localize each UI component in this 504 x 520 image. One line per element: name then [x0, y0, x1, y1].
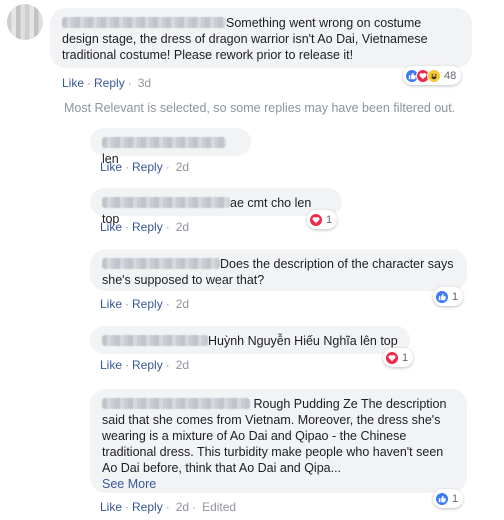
main-comment-reactions[interactable]: 48 — [403, 66, 462, 85]
reply-button[interactable]: Reply — [132, 160, 163, 174]
timestamp[interactable]: 2d — [176, 358, 189, 372]
reply-button[interactable]: Reply — [132, 500, 163, 514]
love-reaction-icon — [385, 350, 399, 365]
blurred-author-name — [102, 258, 220, 269]
reply-reaction-count: 1 — [452, 492, 459, 505]
edited-label[interactable]: Edited — [202, 500, 236, 514]
reply-reaction-count: 1 — [326, 213, 333, 226]
blurred-author-name — [62, 17, 226, 28]
main-comment-bubble: Something went wrong on costume design s… — [50, 8, 472, 68]
blurred-author-name — [102, 137, 226, 148]
avatar[interactable] — [7, 4, 43, 40]
timestamp[interactable]: 2d — [176, 160, 189, 174]
like-reaction-icon — [435, 491, 449, 506]
timestamp[interactable]: 2d — [176, 220, 189, 234]
reply-reactions[interactable]: 1 — [433, 489, 464, 508]
blurred-author-name — [102, 398, 250, 409]
reply-reactions[interactable]: 1 — [307, 210, 338, 229]
reply-text: Huỳnh Nguyễn Hiếu Nghĩa lên top — [208, 334, 398, 348]
blurred-author-name — [102, 197, 230, 208]
reply-reactions[interactable]: 1 — [383, 348, 414, 367]
reply-reaction-count: 1 — [452, 290, 459, 303]
reply-bubble: len — [90, 128, 251, 166]
reply-bubble: ae cmt cho len top — [90, 188, 342, 226]
reply-reaction-count: 1 — [402, 351, 409, 364]
reply-bubble: Huỳnh Nguyễn Hiếu Nghĩa lên top — [90, 326, 410, 354]
like-button[interactable]: Like — [100, 358, 122, 372]
timestamp[interactable]: 3d — [138, 76, 151, 90]
reply-bubble: Does the description of the character sa… — [90, 249, 467, 291]
main-reaction-count: 48 — [444, 69, 457, 82]
like-button[interactable]: Like — [62, 76, 84, 90]
timestamp[interactable]: 2d — [176, 500, 189, 514]
like-button[interactable]: Like — [100, 160, 122, 174]
reply-reactions[interactable]: 1 — [433, 287, 464, 306]
love-reaction-icon — [309, 212, 323, 227]
filter-note: Most Relevant is selected, so some repli… — [64, 101, 456, 115]
like-button[interactable]: Like — [100, 297, 122, 311]
see-more-link[interactable]: See More — [102, 477, 156, 491]
reply-bubble: Rough Pudding Ze The description said th… — [90, 389, 467, 493]
reply-button[interactable]: Reply — [132, 220, 163, 234]
reply-actions: Like · Reply · 2d — [100, 160, 190, 174]
reply-button[interactable]: Reply — [132, 358, 163, 372]
reply-button[interactable]: Reply — [94, 76, 125, 90]
like-reaction-icon — [435, 289, 449, 304]
haha-reaction-icon — [427, 68, 441, 83]
reply-actions: Like · Reply · 2d — [100, 297, 190, 311]
reply-actions: Like · Reply · 2d — [100, 358, 190, 372]
like-button[interactable]: Like — [100, 220, 122, 234]
blurred-author-name — [102, 335, 208, 346]
reply-actions: Like · Reply · 2d · Edited — [100, 500, 237, 514]
like-button[interactable]: Like — [100, 500, 122, 514]
reply-actions: Like · Reply · 2d — [100, 220, 190, 234]
main-comment-actions: Like · Reply · 3d — [62, 76, 152, 90]
timestamp[interactable]: 2d — [176, 297, 189, 311]
reply-button[interactable]: Reply — [132, 297, 163, 311]
